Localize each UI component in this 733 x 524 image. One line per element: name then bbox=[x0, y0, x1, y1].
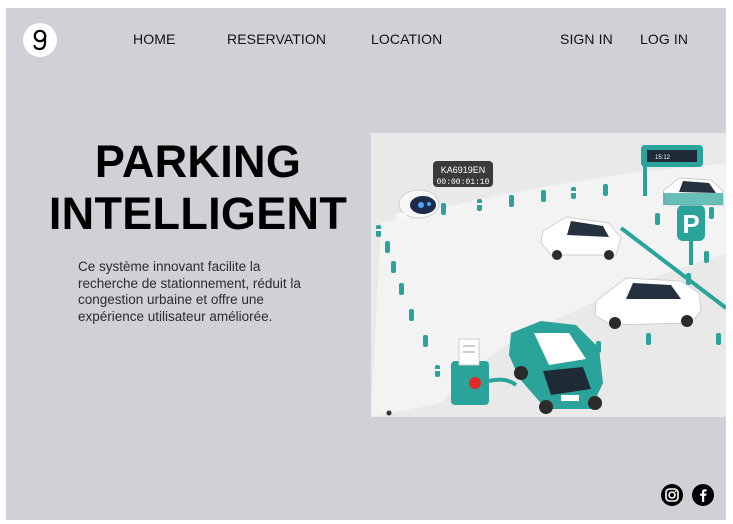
hero-title-line2: INTELLIGENT bbox=[48, 188, 348, 239]
plate-text: KA6919EN bbox=[441, 165, 486, 175]
facebook-glyph bbox=[700, 489, 707, 502]
logo-icon[interactable] bbox=[23, 23, 57, 57]
sign-text: 15:12 bbox=[655, 155, 671, 161]
facebook-icon[interactable] bbox=[692, 484, 714, 506]
page-frame: HOME RESERVATION LOCATION SIGN IN LOG IN… bbox=[6, 8, 726, 520]
g-logo-icon bbox=[33, 29, 47, 51]
timer-text: 00:00:01:10 bbox=[437, 178, 490, 187]
nav-location-link[interactable]: LOCATION bbox=[371, 31, 442, 47]
hero-title: PARKING INTELLIGENT bbox=[36, 136, 360, 240]
hero-image: KA6919EN 00:00:01:10 15:12 P bbox=[371, 133, 726, 417]
parking-illustration: KA6919EN 00:00:01:10 15:12 P bbox=[371, 133, 726, 417]
instagram-glyph bbox=[665, 488, 679, 502]
hero-description: Ce système innovant facilite la recherch… bbox=[78, 259, 301, 324]
instagram-icon[interactable] bbox=[661, 484, 683, 506]
nav-reservation-link[interactable]: RESERVATION bbox=[227, 31, 326, 47]
parking-p-text: P bbox=[682, 209, 699, 239]
log-in-link[interactable]: LOG IN bbox=[640, 31, 688, 47]
nav-home-link[interactable]: HOME bbox=[133, 31, 175, 47]
sign-in-link[interactable]: SIGN IN bbox=[560, 31, 613, 47]
hero-title-line1: PARKING bbox=[94, 136, 302, 187]
